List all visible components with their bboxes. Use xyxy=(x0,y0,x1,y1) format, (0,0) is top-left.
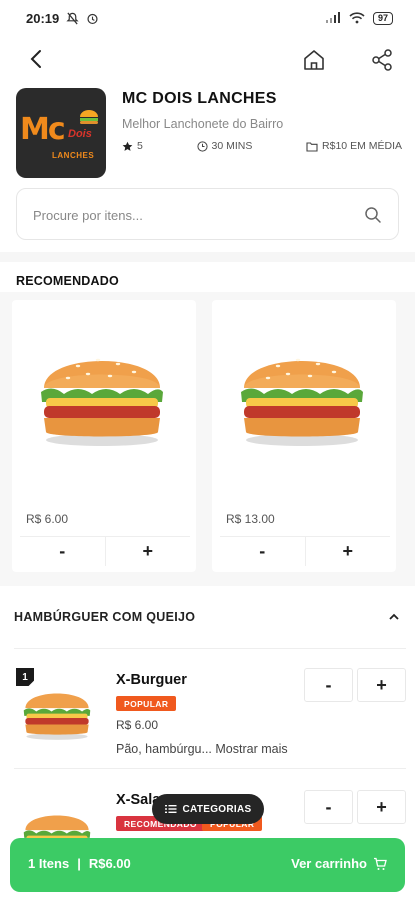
delivery-time: 30 MINS xyxy=(196,140,253,152)
divider xyxy=(14,768,406,769)
top-bar xyxy=(0,42,415,76)
divider xyxy=(14,648,406,649)
shop-meta: 5 30 MINS R$10 EM MÉDIA xyxy=(122,140,402,152)
quantity-stepper: - + xyxy=(220,536,390,566)
item-name: X-Burguer xyxy=(116,672,187,688)
wifi-icon xyxy=(349,12,365,24)
back-arrow-icon[interactable] xyxy=(24,46,50,72)
cart-icon xyxy=(374,857,387,870)
cart-bar[interactable]: 1 Itens | R$6.00 Ver carrinho xyxy=(10,838,405,892)
logo-burger-icon xyxy=(80,110,98,124)
search-input[interactable] xyxy=(33,203,353,227)
view-cart-button[interactable]: Ver carrinho xyxy=(291,856,387,871)
burger-image xyxy=(241,358,363,446)
shop-logo: Mc Dois LANCHES xyxy=(16,88,106,178)
star-icon xyxy=(122,141,133,151)
status-time: 20:19 xyxy=(26,10,60,26)
item-price: R$ 6.00 xyxy=(116,718,159,732)
decrease-button[interactable]: - xyxy=(304,790,353,824)
decrease-button[interactable]: - xyxy=(20,537,106,566)
rating: 5 xyxy=(122,140,143,152)
logo-mc-text: Mc xyxy=(20,112,66,147)
logo-dois-text: Dois xyxy=(68,128,92,140)
search-icon[interactable] xyxy=(364,206,382,224)
battery-indicator: 97 xyxy=(372,11,393,25)
shop-subtitle: Melhor Lanchonete do Bairro xyxy=(122,117,284,131)
rating-value: 5 xyxy=(137,140,143,152)
alarm-icon xyxy=(87,13,98,24)
section-divider xyxy=(0,252,415,262)
quantity-stepper: - + xyxy=(20,536,190,566)
cart-separator: | xyxy=(77,856,81,871)
recommended-card[interactable]: R$ 13.00 - + xyxy=(212,300,396,572)
view-cart-label: Ver carrinho xyxy=(291,856,367,871)
quantity-stepper: - + xyxy=(304,790,406,824)
signal-icon xyxy=(325,12,340,23)
recommended-price: R$ 6.00 xyxy=(26,512,69,526)
cart-summary: 1 Itens | R$6.00 xyxy=(28,856,131,871)
item-image xyxy=(23,815,91,838)
quantity-stepper: - + xyxy=(304,668,406,702)
item-description: Pão, hambúrgu... Mostrar mais xyxy=(116,742,288,756)
decrease-button[interactable]: - xyxy=(220,537,306,566)
burger-image xyxy=(41,358,163,446)
shop-name: MC DOIS LANCHES xyxy=(122,90,277,107)
categories-button[interactable]: CATEGORIAS xyxy=(152,794,264,824)
notification-off-icon xyxy=(66,12,79,24)
increase-button[interactable]: + xyxy=(106,537,191,566)
logo-lanches-text: LANCHES xyxy=(52,151,95,160)
list-icon xyxy=(164,805,177,813)
recommended-card[interactable]: R$ 6.00 - + xyxy=(12,300,196,572)
increase-button[interactable]: + xyxy=(357,668,406,702)
average-price-value: R$10 EM MÉDIA xyxy=(322,140,402,152)
search-box xyxy=(16,188,399,240)
recommended-carousel: R$ 6.00 - + R$ 13.00 - + xyxy=(0,292,415,586)
recommended-price: R$ 13.00 xyxy=(226,512,275,526)
decrease-button[interactable]: - xyxy=(304,668,353,702)
shop-header: Mc Dois LANCHES MC DOIS LANCHES Melhor L… xyxy=(16,88,402,180)
category-header[interactable]: HAMBÚRGUER COM QUEIJO xyxy=(0,606,415,630)
cart-total: R$6.00 xyxy=(88,856,131,871)
popular-tag: POPULAR xyxy=(116,696,177,711)
home-icon[interactable] xyxy=(300,46,328,74)
clock-icon xyxy=(196,140,208,152)
delivery-time-value: 30 MINS xyxy=(211,140,253,152)
status-bar: 20:19 97 xyxy=(0,0,415,36)
chevron-up-icon[interactable] xyxy=(387,610,401,624)
increase-button[interactable]: + xyxy=(357,790,406,824)
category-title: HAMBÚRGUER COM QUEIJO xyxy=(14,610,196,624)
item-image xyxy=(23,693,91,740)
folder-icon xyxy=(306,141,318,152)
cart-count: 1 Itens xyxy=(28,856,70,871)
increase-button[interactable]: + xyxy=(306,537,391,566)
recommended-title: RECOMENDADO xyxy=(16,274,119,288)
show-more-link[interactable]: Mostrar mais xyxy=(215,742,287,756)
item-description-text: Pão, hambúrgu... xyxy=(116,742,212,756)
average-price: R$10 EM MÉDIA xyxy=(306,140,402,152)
categories-label: CATEGORIAS xyxy=(182,803,252,815)
share-icon[interactable] xyxy=(368,46,396,74)
